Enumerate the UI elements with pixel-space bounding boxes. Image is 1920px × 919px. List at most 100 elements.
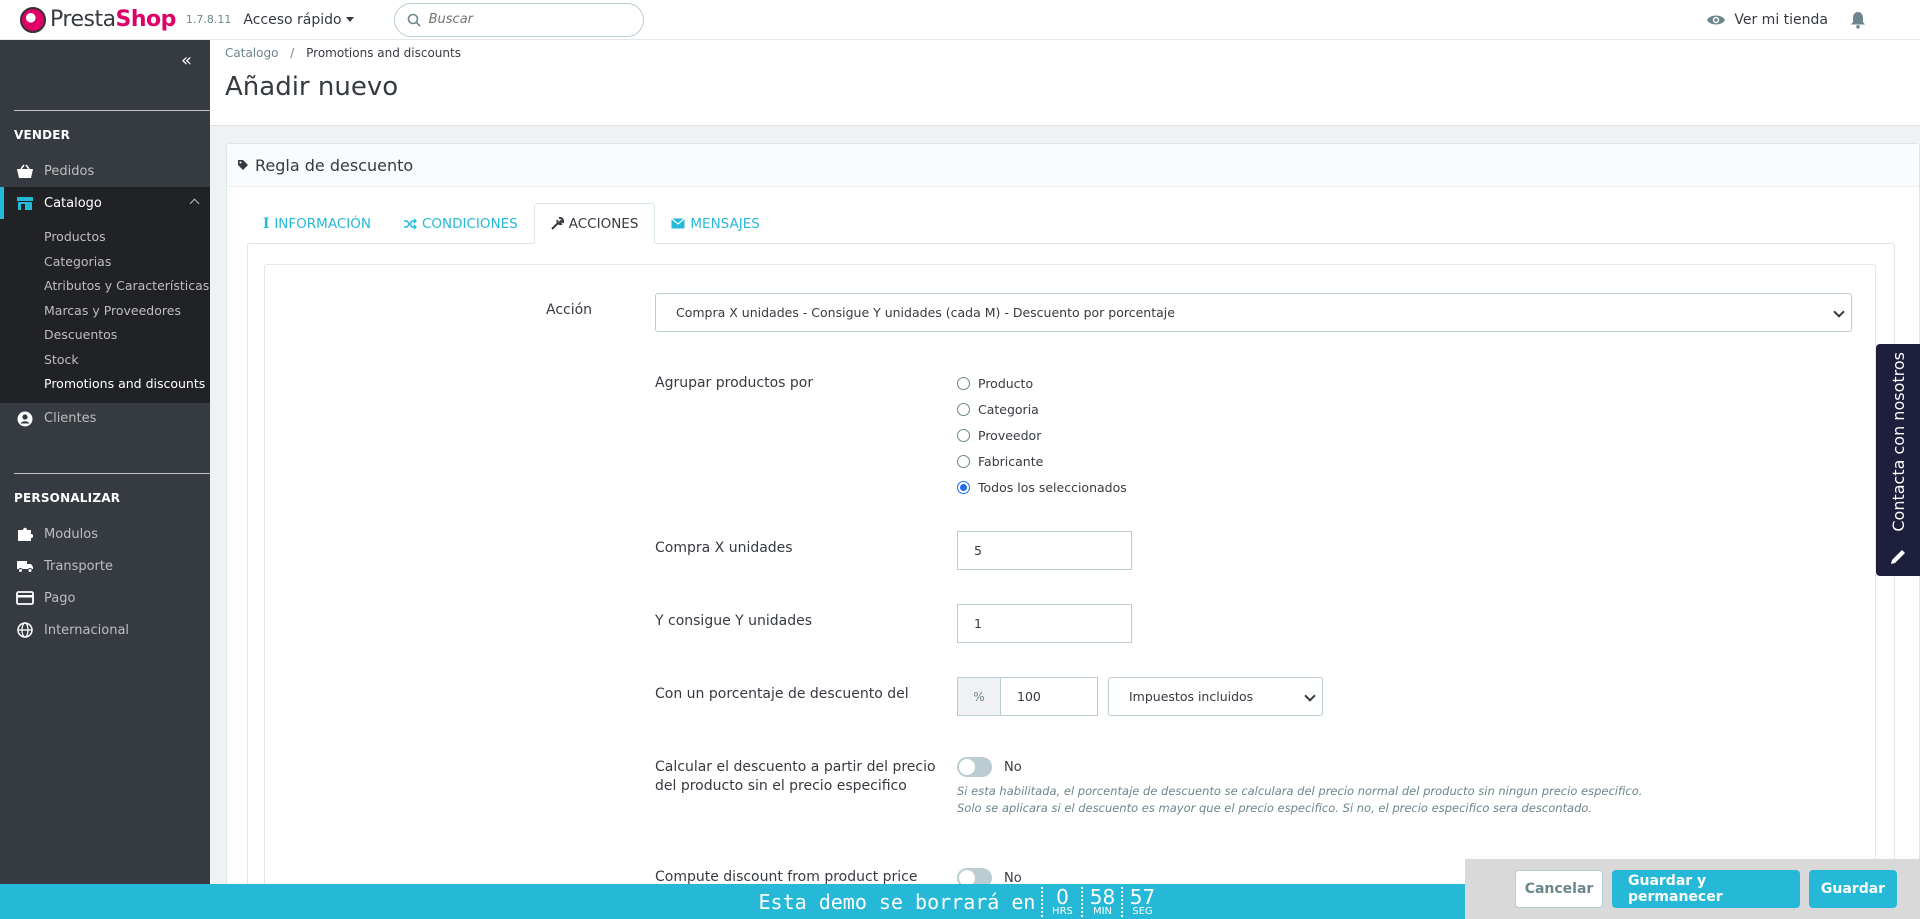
radio-label: Fabricante [978, 454, 1044, 469]
submenu-item-marcas[interactable]: Marcas y Proveedores [0, 299, 210, 324]
submenu-item-productos[interactable]: Productos [0, 225, 210, 250]
countdown-minutes: 58 MIN [1081, 884, 1121, 917]
tab-acciones[interactable]: ACCIONES [533, 203, 656, 244]
impuestos-select[interactable]: Impuestos incluidos [1108, 677, 1323, 716]
consigue-input-value: 1 [974, 616, 982, 631]
radio-categoria[interactable]: Categoria [957, 402, 1039, 417]
eye-icon [1707, 15, 1726, 24]
countdown-unit: MIN [1092, 905, 1112, 917]
contact-us-label: Contacta con nosotros [1888, 352, 1908, 532]
toggle-switch[interactable] [957, 757, 992, 777]
demo-message: Esta demo se borrará en [758, 889, 1036, 914]
breadcrumb-parent[interactable]: Catalogo [225, 46, 278, 60]
radio-label: Producto [978, 376, 1034, 391]
tab-label: INFORMACIÓN [274, 215, 371, 232]
sidebar-item-catalogo[interactable]: Catalogo [0, 187, 210, 219]
radio-circle[interactable] [957, 403, 970, 416]
brand-suffix: Shop [115, 7, 177, 32]
radio-fabricante[interactable]: Fabricante [957, 454, 1043, 469]
quick-access-dropdown[interactable]: Acceso rápido [243, 12, 354, 28]
sidebar-item-pago[interactable]: Pago [0, 582, 210, 614]
tab-label: MENSAJES [690, 215, 760, 232]
countdown-number: 57 [1129, 884, 1156, 909]
countdown-unit: HRS [1052, 905, 1073, 917]
sidebar-item-pedidos[interactable]: Pedidos [0, 155, 210, 187]
save-and-stay-button[interactable]: Guardar y permanecer [1612, 870, 1800, 908]
accion-select[interactable]: Compra X unidades - Consigue Y unidades … [655, 293, 1852, 332]
view-store-label: Ver mi tienda [1734, 11, 1828, 28]
collapse-sidebar-icon[interactable]: « [181, 50, 192, 71]
sidebar-item-transporte[interactable]: Transporte [0, 550, 210, 582]
sidebar-item-clientes[interactable]: Clientes [0, 403, 210, 435]
panel-title: Regla de descuento [255, 155, 414, 175]
tab-bar: i INFORMACIÓN CONDICIONES ACCIONES MENSA… [247, 203, 776, 244]
brand-prefix: Presta [50, 7, 116, 32]
countdown-unit: SEG [1132, 905, 1153, 917]
submenu-item-descuentos[interactable]: Descuentos [0, 323, 210, 348]
agrupar-label: Agrupar productos por [655, 375, 814, 391]
sidebar-item-modulos[interactable]: Modulos [0, 518, 210, 550]
credit-card-icon [16, 591, 34, 605]
panel-heading: Regla de descuento [227, 144, 1919, 187]
accion-label: Acción [546, 302, 593, 318]
sidebar-item-label: Pago [44, 590, 76, 606]
sidebar-item-label: Internacional [44, 622, 130, 638]
catalog-submenu: Productos Categorias Atributos y Caracte… [0, 219, 210, 403]
contact-us-tab[interactable]: Contacta con nosotros [1876, 344, 1920, 576]
truck-icon [17, 561, 33, 573]
form-actions-bar: Cancelar Guardar y permanecer Guardar [1465, 859, 1920, 919]
radio-proveedor[interactable]: Proveedor [957, 428, 1041, 443]
submenu-item-promotions[interactable]: Promotions and discounts [0, 372, 210, 397]
version-label: 1.7.8.11 [185, 13, 232, 26]
caret-down-icon [345, 17, 354, 22]
sidebar: « VENDER Pedidos Catalogo Productos Cate… [0, 40, 210, 919]
bell-icon[interactable] [1850, 11, 1866, 29]
submenu-item-categorias[interactable]: Categorias [0, 250, 210, 275]
porcentaje-label: Con un porcentaje de descuento del [655, 686, 909, 702]
radio-circle[interactable] [957, 429, 970, 442]
compra-input[interactable]: 5 [957, 531, 1132, 570]
calcular-label-line2: del producto sin el precio especifico [655, 778, 907, 794]
view-store-link[interactable]: Ver mi tienda [1706, 12, 1828, 28]
radio-circle-selected[interactable] [957, 481, 970, 494]
logo[interactable]: PrestaShop [20, 6, 177, 33]
envelope-icon [671, 218, 686, 229]
chevron-down-icon [1833, 306, 1845, 318]
actions-form-box [264, 264, 1876, 919]
consigue-input[interactable]: 1 [957, 604, 1132, 643]
sidebar-item-label: Catalogo [44, 195, 102, 211]
cancel-button[interactable]: Cancelar [1515, 870, 1603, 908]
chevron-up-icon [189, 198, 200, 209]
radio-label: Proveedor [978, 428, 1042, 443]
search-box[interactable] [393, 2, 644, 37]
wrench-icon [551, 217, 564, 230]
radio-todos[interactable]: Todos los seleccionados [957, 480, 1127, 495]
section-title-personalizar: PERSONALIZAR [14, 491, 121, 505]
radio-circle[interactable] [957, 455, 970, 468]
consigue-label: Y consigue Y unidades [655, 613, 813, 629]
radio-circle[interactable] [957, 377, 970, 390]
impuestos-select-value: Impuestos incluidos [1129, 689, 1254, 704]
compra-input-value: 5 [974, 543, 982, 558]
calcular-help-text: Si esta habilitada, el porcentaje de des… [957, 783, 1642, 817]
sidebar-item-label: Pedidos [44, 163, 95, 179]
toggle-label: No [1004, 759, 1022, 775]
countdown-number: 58 [1089, 884, 1116, 909]
percent-addon: % [957, 677, 1001, 716]
submenu-item-atributos[interactable]: Atributos y Características [0, 274, 210, 299]
accion-select-value: Compra X unidades - Consigue Y unidades … [676, 305, 1175, 320]
tab-condiciones[interactable]: CONDICIONES [387, 203, 534, 244]
tab-informacion[interactable]: i INFORMACIÓN [247, 203, 387, 244]
search-icon [407, 13, 421, 27]
save-button[interactable]: Guardar [1809, 870, 1897, 908]
breadcrumb-separator: / [290, 46, 295, 60]
sidebar-divider [14, 473, 210, 474]
sidebar-item-internacional[interactable]: Internacional [0, 614, 210, 646]
search-input[interactable] [428, 12, 609, 27]
radio-producto[interactable]: Producto [957, 376, 1033, 391]
porcentaje-input[interactable]: 100 [1000, 677, 1098, 716]
submenu-item-stock[interactable]: Stock [0, 348, 210, 373]
store-icon [17, 196, 33, 210]
tab-mensajes[interactable]: MENSAJES [655, 203, 775, 244]
calcular-toggle[interactable]: No [957, 757, 1022, 777]
